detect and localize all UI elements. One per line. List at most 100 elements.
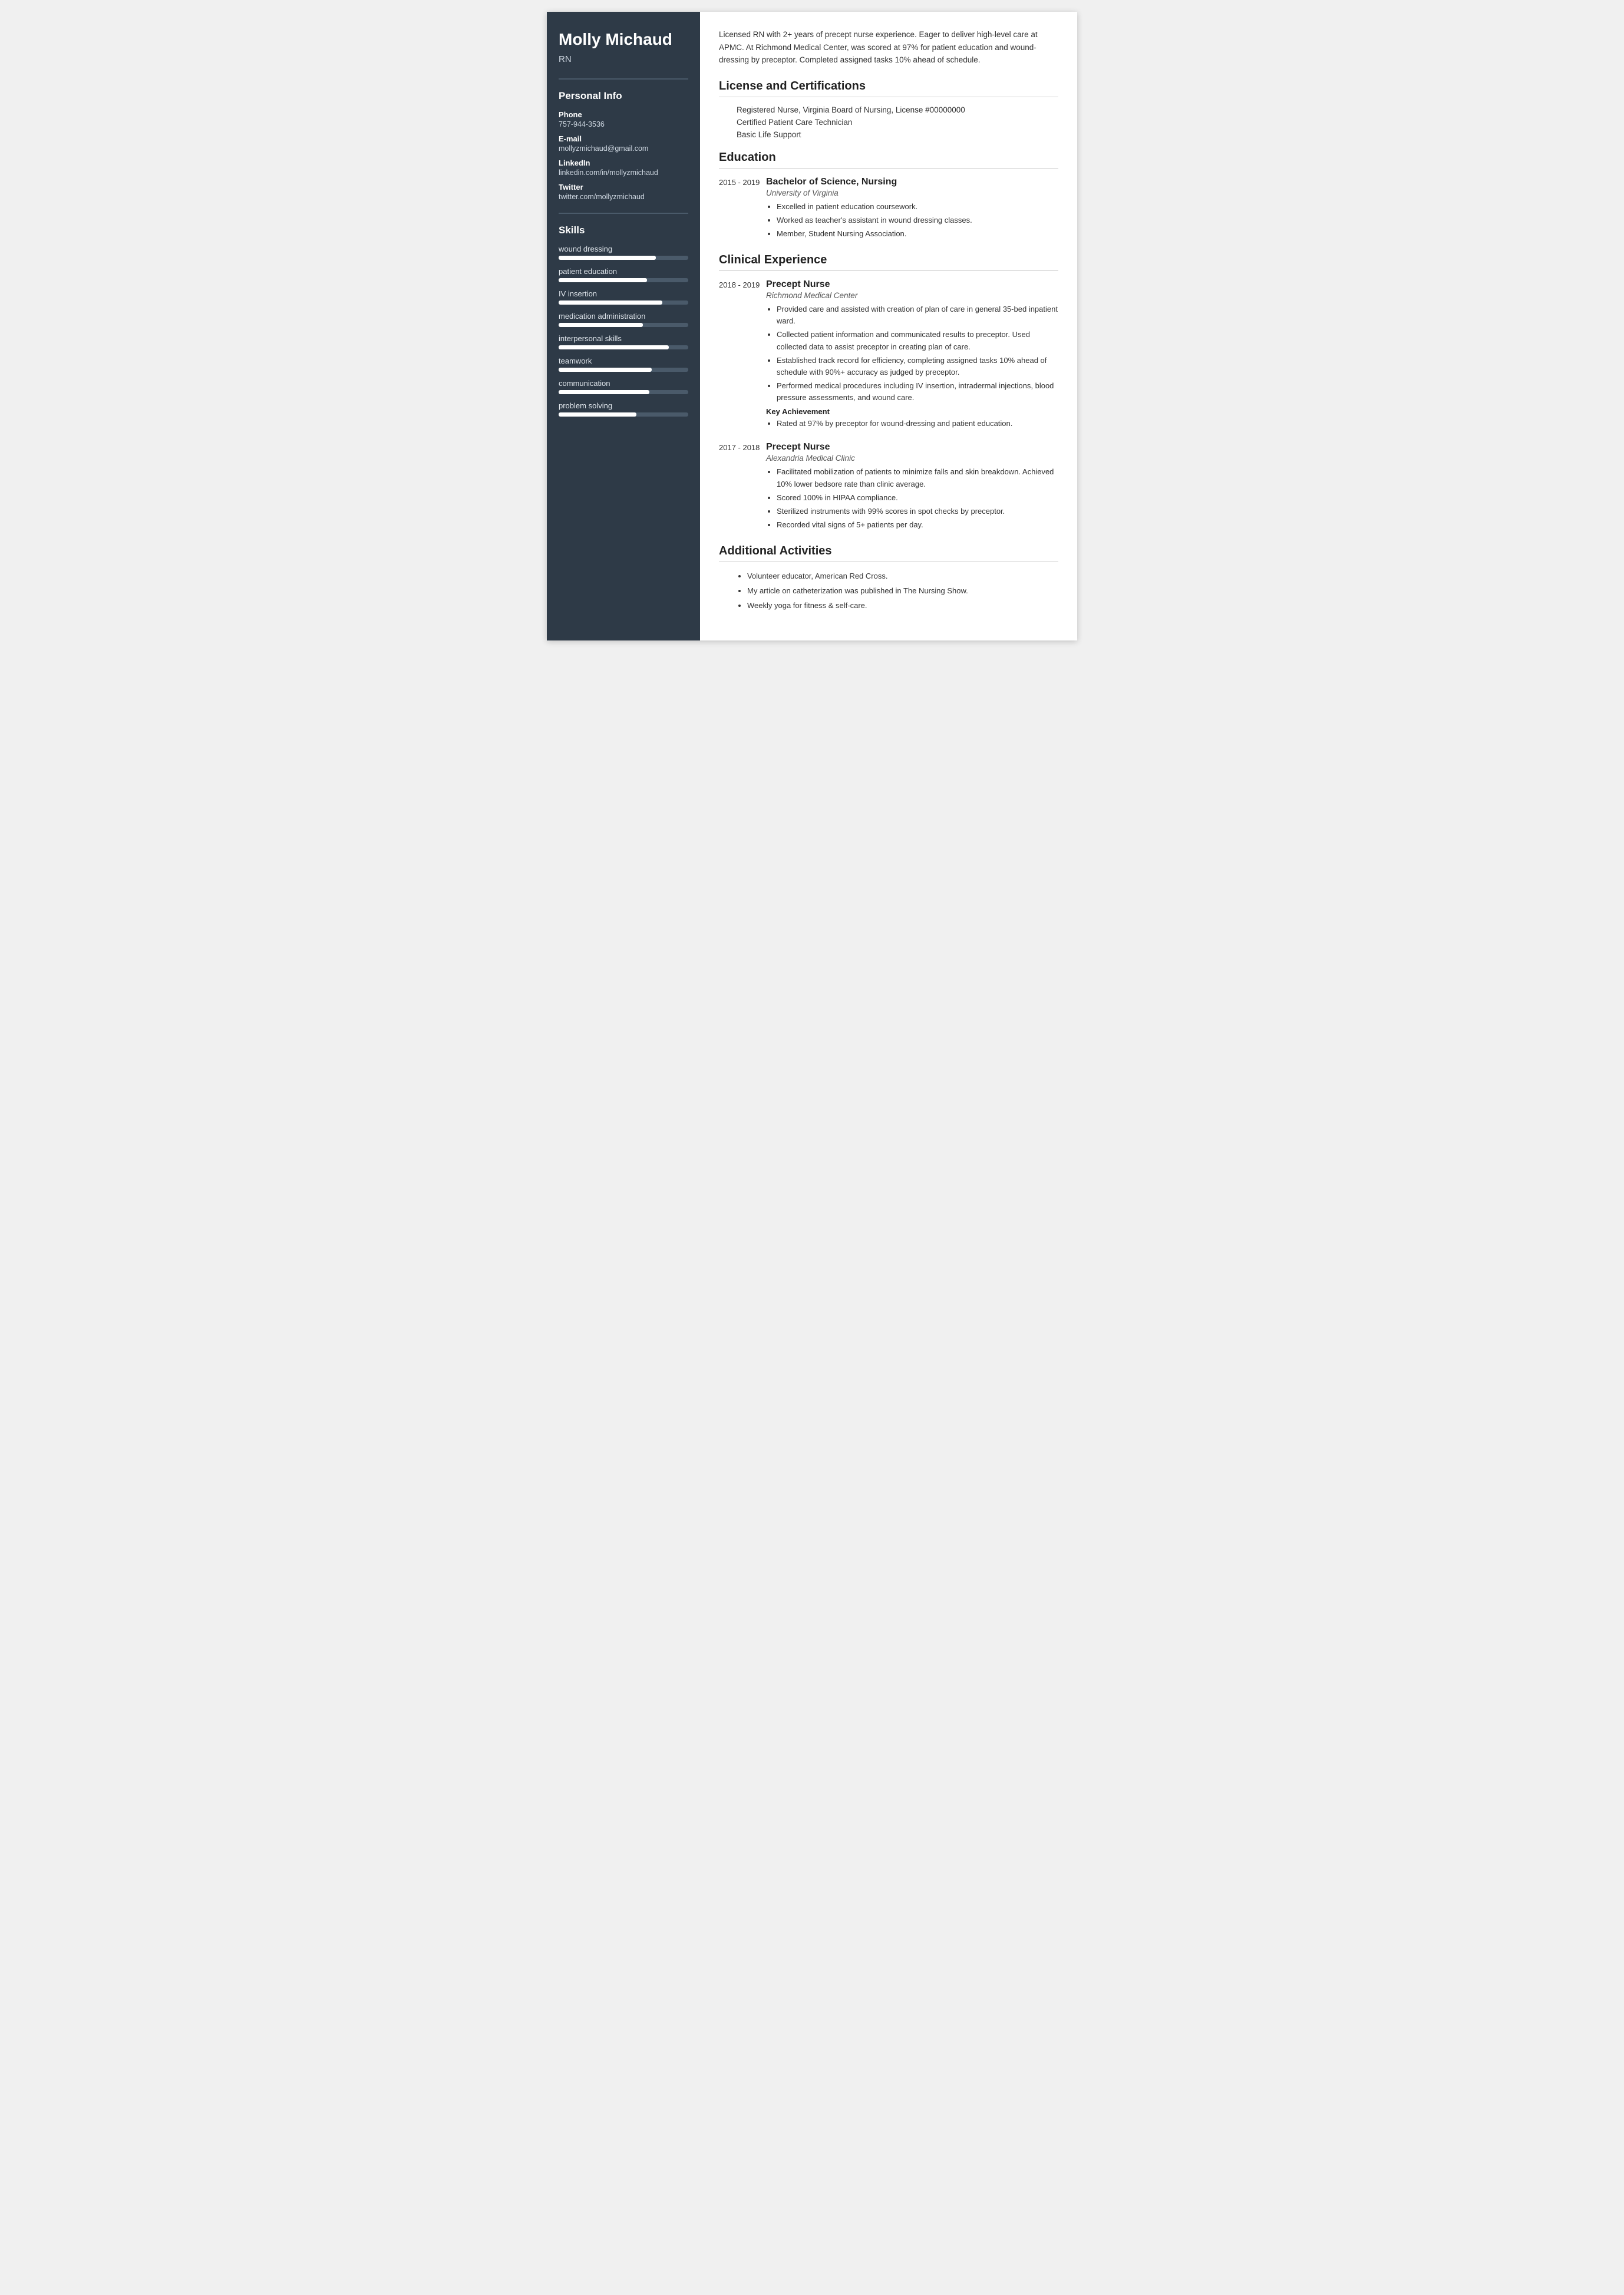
- entry-content: Bachelor of Science, Nursing University …: [766, 177, 1058, 242]
- summary-text: Licensed RN with 2+ years of precept nur…: [719, 28, 1058, 67]
- additional-title: Additional Activities: [719, 544, 1058, 558]
- education-title: Education: [719, 151, 1058, 164]
- skill-item: teamwork: [559, 356, 688, 372]
- exp-bullet: Provided care and assisted with creation…: [777, 303, 1058, 327]
- skill-item: communication: [559, 379, 688, 394]
- skill-bar-background: [559, 323, 688, 327]
- personal-info-title: Personal Info: [559, 90, 688, 102]
- additional-section: Additional Activities Volunteer educator…: [719, 544, 1058, 612]
- entry-content: Precept Nurse Richmond Medical Center Pr…: [766, 279, 1058, 431]
- experience-list: 2018 - 2019 Precept Nurse Richmond Medic…: [719, 279, 1058, 533]
- additional-bullet: My article on catheterization was publis…: [747, 585, 1058, 597]
- entry-degree: Bachelor of Science, Nursing: [766, 177, 1058, 187]
- skill-bar-background: [559, 390, 688, 394]
- email-label: E-mail: [559, 134, 688, 143]
- skill-bar-background: [559, 345, 688, 349]
- skill-name: wound dressing: [559, 245, 688, 253]
- clinical-section: Clinical Experience 2018 - 2019 Precept …: [719, 253, 1058, 533]
- additional-bullet: Volunteer educator, American Red Cross.: [747, 570, 1058, 583]
- entry-bullets: Excelled in patient education coursework…: [766, 201, 1058, 240]
- skill-bar-background: [559, 256, 688, 260]
- education-section: Education 2015 - 2019 Bachelor of Scienc…: [719, 151, 1058, 242]
- entry-date: 2017 - 2018: [719, 442, 766, 533]
- skill-name: communication: [559, 379, 688, 388]
- edu-bullet: Member, Student Nursing Association.: [777, 228, 1058, 240]
- phone-label: Phone: [559, 110, 688, 119]
- candidate-name: Molly Michaud: [559, 29, 688, 49]
- skill-bar-fill: [559, 301, 662, 305]
- exp-bullet: Established track record for efficiency,…: [777, 355, 1058, 378]
- entry-institution: Alexandria Medical Clinic: [766, 454, 1058, 463]
- skill-item: problem solving: [559, 401, 688, 417]
- skill-bar-fill: [559, 412, 636, 417]
- skills-list: wound dressing patient education IV inse…: [559, 245, 688, 417]
- entry-date: 2015 - 2019: [719, 177, 766, 242]
- additional-list: Volunteer educator, American Red Cross. M…: [719, 570, 1058, 612]
- entry-bullets: Facilitated mobilization of patients to …: [766, 466, 1058, 531]
- phone-value: 757-944-3536: [559, 120, 688, 128]
- personal-info-section: Personal Info Phone 757-944-3536 E-mail …: [559, 78, 688, 201]
- skills-section: Skills wound dressing patient education …: [559, 213, 688, 417]
- skill-name: IV insertion: [559, 289, 688, 298]
- skill-bar-background: [559, 278, 688, 282]
- main-content: Licensed RN with 2+ years of precept nur…: [700, 12, 1077, 640]
- twitter-label: Twitter: [559, 183, 688, 191]
- twitter-value: twitter.com/mollyzmichaud: [559, 193, 688, 201]
- education-divider: [719, 168, 1058, 169]
- license-title: License and Certifications: [719, 80, 1058, 93]
- skill-bar-fill: [559, 323, 643, 327]
- entry-institution: University of Virginia: [766, 189, 1058, 197]
- skill-item: wound dressing: [559, 245, 688, 260]
- cert-item: Certified Patient Care Technician: [719, 118, 1058, 127]
- exp-bullet: Recorded vital signs of 5+ patients per …: [777, 519, 1058, 531]
- skill-bar-background: [559, 301, 688, 305]
- skill-bar-fill: [559, 390, 649, 394]
- entry-position: Precept Nurse: [766, 279, 1058, 290]
- skill-item: medication administration: [559, 312, 688, 327]
- clinical-divider: [719, 270, 1058, 271]
- skill-name: patient education: [559, 267, 688, 276]
- linkedin-value: linkedin.com/in/mollyzmichaud: [559, 169, 688, 177]
- edu-bullet: Excelled in patient education coursework…: [777, 201, 1058, 213]
- achievement-bullets: Rated at 97% by preceptor for wound-dres…: [766, 418, 1058, 430]
- achievement-bullet: Rated at 97% by preceptor for wound-dres…: [777, 418, 1058, 430]
- resume-container: Molly Michaud RN Personal Info Phone 757…: [547, 12, 1077, 640]
- entry-bullets: Provided care and assisted with creation…: [766, 303, 1058, 404]
- edu-bullet: Worked as teacher's assistant in wound d…: [777, 214, 1058, 226]
- education-list: 2015 - 2019 Bachelor of Science, Nursing…: [719, 177, 1058, 242]
- skill-bar-fill: [559, 368, 652, 372]
- entry-institution: Richmond Medical Center: [766, 291, 1058, 300]
- license-section: License and Certifications Registered Nu…: [719, 80, 1058, 139]
- candidate-title: RN: [559, 54, 688, 64]
- exp-bullet: Sterilized instruments with 99% scores i…: [777, 506, 1058, 517]
- skills-title: Skills: [559, 224, 688, 236]
- sidebar: Molly Michaud RN Personal Info Phone 757…: [547, 12, 700, 640]
- key-achievement-label: Key Achievement: [766, 407, 1058, 416]
- experience-entry: 2018 - 2019 Precept Nurse Richmond Medic…: [719, 279, 1058, 431]
- skill-item: IV insertion: [559, 289, 688, 305]
- skill-name: medication administration: [559, 312, 688, 321]
- entry-position: Precept Nurse: [766, 442, 1058, 453]
- email-value: mollyzmichaud@gmail.com: [559, 144, 688, 153]
- clinical-title: Clinical Experience: [719, 253, 1058, 267]
- entry-content: Precept Nurse Alexandria Medical Clinic …: [766, 442, 1058, 533]
- entry-date: 2018 - 2019: [719, 279, 766, 431]
- education-entry: 2015 - 2019 Bachelor of Science, Nursing…: [719, 177, 1058, 242]
- skill-name: problem solving: [559, 401, 688, 410]
- experience-entry: 2017 - 2018 Precept Nurse Alexandria Med…: [719, 442, 1058, 533]
- exp-bullet: Collected patient information and commun…: [777, 329, 1058, 352]
- cert-item: Basic Life Support: [719, 130, 1058, 139]
- skill-name: interpersonal skills: [559, 334, 688, 343]
- exp-bullet: Performed medical procedures including I…: [777, 380, 1058, 404]
- skill-bar-fill: [559, 345, 669, 349]
- skill-item: patient education: [559, 267, 688, 282]
- skill-bar-background: [559, 368, 688, 372]
- skill-bar-fill: [559, 256, 656, 260]
- cert-item: Registered Nurse, Virginia Board of Nurs…: [719, 105, 1058, 114]
- cert-list: Registered Nurse, Virginia Board of Nurs…: [719, 105, 1058, 139]
- skill-bar-background: [559, 412, 688, 417]
- exp-bullet: Facilitated mobilization of patients to …: [777, 466, 1058, 490]
- skill-bar-fill: [559, 278, 647, 282]
- additional-bullet: Weekly yoga for fitness & self-care.: [747, 600, 1058, 612]
- linkedin-label: LinkedIn: [559, 158, 688, 167]
